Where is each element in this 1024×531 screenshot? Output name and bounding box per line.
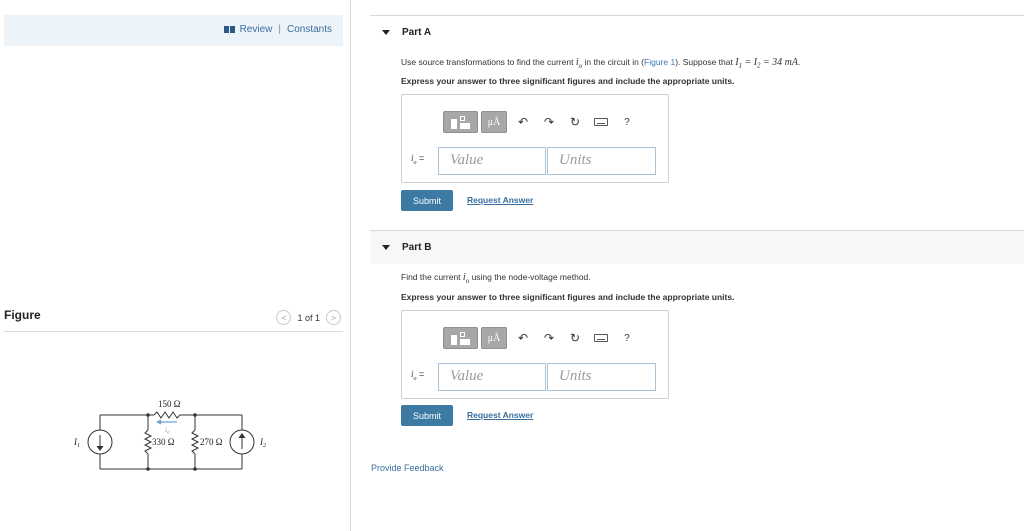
- figure-title: Figure: [4, 308, 41, 322]
- resistor-270: [190, 429, 200, 455]
- keyboard-button[interactable]: [588, 111, 614, 133]
- keyboard-icon: [594, 334, 608, 342]
- figure-count: 1 of 1: [297, 312, 320, 323]
- resources-links: Review | Constants: [223, 24, 332, 35]
- review-link[interactable]: Review: [240, 24, 273, 35]
- part-a-question: Use source transformations to find the c…: [401, 57, 801, 70]
- part-a-header[interactable]: Part A: [370, 15, 1024, 49]
- part-b-instruction: Express your answer to three significant…: [401, 292, 735, 302]
- math-toolbar: μÅ ↶ ↷ ↻ ?: [443, 327, 640, 349]
- next-figure-button[interactable]: >: [326, 310, 341, 325]
- units-button[interactable]: μÅ: [481, 111, 507, 133]
- template-icon: [450, 331, 471, 345]
- units-button[interactable]: μÅ: [481, 327, 507, 349]
- request-answer-link-a[interactable]: Request Answer: [467, 195, 533, 205]
- circuit-diagram: 150 Ω 330 Ω 270 Ω I1 I2 io: [73, 399, 266, 471]
- submit-button-b[interactable]: Submit: [401, 405, 453, 426]
- units-input[interactable]: Units: [547, 363, 656, 391]
- resistor-150: [153, 411, 182, 419]
- undo-icon[interactable]: ↶: [510, 327, 536, 349]
- part-a-title: Part A: [402, 27, 432, 38]
- reset-icon[interactable]: ↻: [562, 327, 588, 349]
- part-a-answer-box: μÅ ↶ ↷ ↻ ? io = Value Units: [401, 94, 669, 183]
- collapse-icon[interactable]: [382, 245, 390, 250]
- answer-label: io =: [411, 153, 425, 166]
- resistor-330: [143, 429, 153, 455]
- label-source-i2: I2: [259, 437, 266, 449]
- label-r-top: 150 Ω: [158, 399, 181, 409]
- label-source-i1: I1: [73, 437, 80, 449]
- template-icon: [450, 115, 471, 129]
- part-b-title: Part B: [402, 242, 432, 253]
- resources-bar: Review | Constants: [4, 15, 343, 46]
- part-a-instruction: Express your answer to three significant…: [401, 76, 735, 86]
- figure-link[interactable]: Figure 1: [644, 57, 675, 67]
- prev-figure-button[interactable]: <: [276, 310, 292, 325]
- label-r-right: 270 Ω: [200, 437, 223, 447]
- part-b-header[interactable]: Part B: [370, 230, 1024, 264]
- template-button[interactable]: [443, 111, 478, 133]
- book-icon: [223, 26, 235, 33]
- label-r-left: 330 Ω: [152, 437, 175, 447]
- keyboard-icon: [594, 118, 608, 126]
- divider: [4, 331, 343, 332]
- help-icon[interactable]: ?: [614, 111, 640, 133]
- units-input[interactable]: Units: [547, 147, 656, 175]
- undo-icon[interactable]: ↶: [510, 111, 536, 133]
- value-input[interactable]: Value: [438, 363, 546, 391]
- answer-label: io =: [411, 369, 425, 382]
- template-button[interactable]: [443, 327, 478, 349]
- figure-pager: < 1 of 1 >: [276, 310, 341, 325]
- request-answer-link-b[interactable]: Request Answer: [467, 410, 533, 420]
- constants-link[interactable]: Constants: [287, 24, 332, 35]
- redo-icon[interactable]: ↷: [536, 327, 562, 349]
- reset-icon[interactable]: ↻: [562, 111, 588, 133]
- separator: |: [278, 24, 281, 35]
- keyboard-button[interactable]: [588, 327, 614, 349]
- part-b-answer-box: μÅ ↶ ↷ ↻ ? io = Value Units: [401, 310, 669, 399]
- figure-panel: Review | Constants Figure < 1 of 1 > 150…: [0, 0, 351, 531]
- collapse-icon[interactable]: [382, 30, 390, 35]
- redo-icon[interactable]: ↷: [536, 111, 562, 133]
- submit-button-a[interactable]: Submit: [401, 190, 453, 211]
- help-icon[interactable]: ?: [614, 327, 640, 349]
- math-toolbar: μÅ ↶ ↷ ↻ ?: [443, 111, 640, 133]
- label-current-io: io: [165, 426, 170, 436]
- value-input[interactable]: Value: [438, 147, 546, 175]
- part-b-question: Find the current io using the node-volta…: [401, 272, 591, 285]
- provide-feedback-link[interactable]: Provide Feedback: [371, 463, 444, 473]
